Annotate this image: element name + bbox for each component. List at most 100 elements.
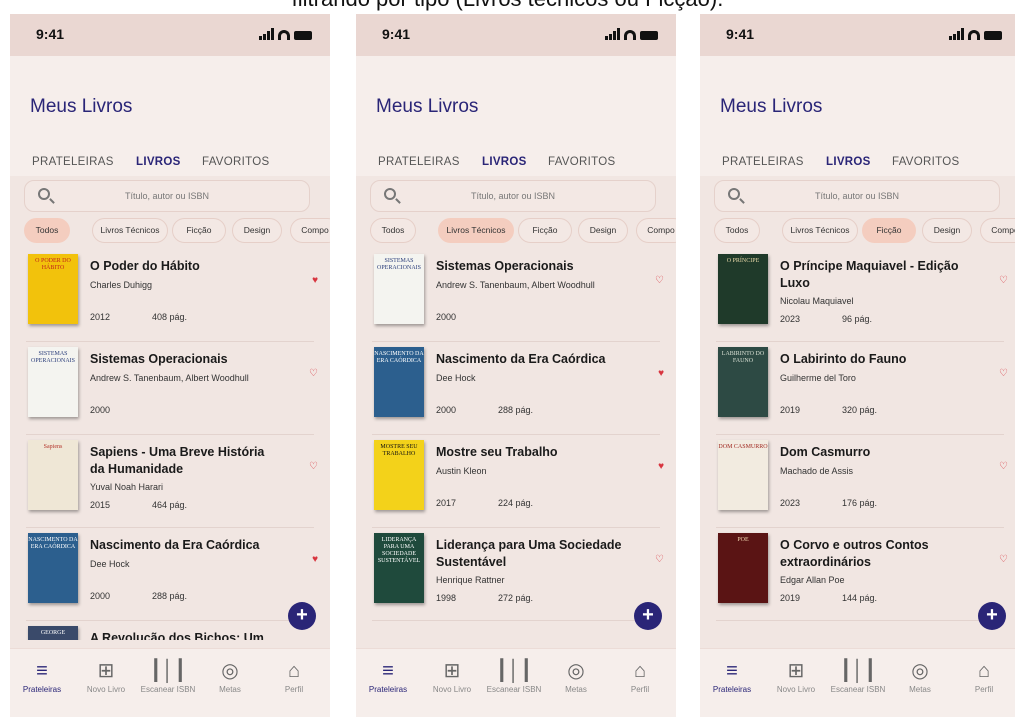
tab-livros[interactable]: LIVROS bbox=[482, 156, 527, 168]
book-row[interactable]: POE O Corvo e outros Contos extraordinári… bbox=[700, 529, 1015, 621]
book-row[interactable]: NASCIMENTO DA ERA CAÓRDICA Nascimento da … bbox=[10, 529, 330, 621]
book-row[interactable]: O PRÍNCIPE O Príncipe Maquiavel - Edição … bbox=[700, 250, 1015, 342]
divider bbox=[716, 434, 1004, 435]
heart-outline-icon[interactable]: ♡ bbox=[999, 369, 1008, 379]
filter-chip[interactable]: Livros Técnicos bbox=[782, 218, 858, 243]
book-author: Andrew S. Tanenbaum, Albert Woodhull bbox=[436, 280, 595, 290]
book-year: 2000 bbox=[90, 591, 111, 601]
nav-metas[interactable]: ◎ Metas bbox=[546, 659, 606, 695]
filter-chip[interactable]: Ficção bbox=[518, 218, 572, 243]
nav-label: Novo Livro bbox=[776, 685, 816, 694]
nav-novo-livro[interactable]: ⊞ Novo Livro bbox=[76, 659, 136, 695]
book-title: O Corvo e outros Contos extraordinários bbox=[780, 538, 929, 569]
filter-chip[interactable]: Ficção bbox=[862, 218, 916, 243]
barcode-icon: ┃│┃ bbox=[839, 660, 877, 682]
filter-chip[interactable]: Compo bbox=[980, 218, 1015, 243]
book-cover: Sapiens bbox=[28, 440, 78, 510]
heart-outline-icon[interactable]: ♡ bbox=[655, 276, 664, 286]
filter-chip[interactable]: Compo bbox=[636, 218, 676, 243]
book-cover: LABIRINTO DO FAUNO bbox=[718, 347, 768, 417]
book-row[interactable]: Sapiens Sapiens - Uma Breve História da H… bbox=[10, 436, 330, 528]
nav-perfil[interactable]: ⌂ Perfil bbox=[264, 659, 324, 695]
tab-prateleiras[interactable]: PRATELEIRAS bbox=[378, 156, 460, 168]
heart-filled-icon[interactable]: ♥ bbox=[312, 276, 318, 286]
book-row[interactable]: SISTEMAS OPERACIONAIS Sistemas Operaciona… bbox=[10, 343, 330, 435]
book-row[interactable]: LABIRINTO DO FAUNO O Labirinto do Fauno Gu… bbox=[700, 343, 1015, 435]
filter-chip[interactable]: Livros Técnicos bbox=[438, 218, 514, 243]
book-row[interactable]: DOM CASMURRO Dom Casmurro Machado de Assis… bbox=[700, 436, 1015, 528]
heart-outline-icon[interactable]: ♡ bbox=[309, 369, 318, 379]
book-author: Charles Duhigg bbox=[90, 280, 153, 290]
tab-favoritos[interactable]: FAVORITOS bbox=[202, 156, 269, 168]
tab-prateleiras[interactable]: PRATELEIRAS bbox=[32, 156, 114, 168]
tab-favoritos[interactable]: FAVORITOS bbox=[548, 156, 615, 168]
nav-perfil[interactable]: ⌂ Perfil bbox=[610, 659, 670, 695]
filter-chip[interactable]: Compo bbox=[290, 218, 330, 243]
book-row[interactable]: SISTEMAS OPERACIONAIS Sistemas Operaciona… bbox=[356, 250, 676, 342]
nav-metas[interactable]: ◎ Metas bbox=[890, 659, 950, 695]
filter-chip[interactable]: Ficção bbox=[172, 218, 226, 243]
book-pages: 176 pág. bbox=[842, 498, 878, 508]
phone-screen: 9:41 Meus Livros PRATELEIRAS LIVROS FAVORITO… bbox=[356, 14, 676, 717]
nav-metas[interactable]: ◎ Metas bbox=[200, 659, 260, 695]
search-input[interactable]: Título, autor ou ISBN bbox=[24, 180, 310, 212]
add-book-button[interactable]: + bbox=[634, 602, 662, 630]
nav-prateleiras[interactable]: ≡ Prateleiras bbox=[358, 659, 418, 695]
divider bbox=[716, 527, 1004, 528]
tab-livros[interactable]: LIVROS bbox=[136, 156, 181, 168]
add-book-button[interactable]: + bbox=[288, 602, 316, 630]
app-header: Meus Livros PRATELEIRAS LIVROS FAVORITOS bbox=[10, 56, 330, 176]
nav-prateleiras[interactable]: ≡ Prateleiras bbox=[702, 659, 762, 695]
nav-prateleiras[interactable]: ≡ Prateleiras bbox=[12, 659, 72, 695]
wifi-icon bbox=[968, 30, 980, 40]
book-cover: GEORGE bbox=[28, 626, 78, 640]
nav-escanear-isbn[interactable]: ┃│┃ Escanear ISBN bbox=[484, 659, 544, 695]
heart-outline-icon[interactable]: ♡ bbox=[999, 462, 1008, 472]
book-row[interactable]: MOSTRE SEU TRABALHO Mostre seu Trabalho Au… bbox=[356, 436, 676, 528]
book-row[interactable]: GEORGE A Revolução dos Bichos: Um bbox=[10, 622, 330, 640]
tab-prateleiras[interactable]: PRATELEIRAS bbox=[722, 156, 804, 168]
search-input[interactable]: Título, autor ou ISBN bbox=[370, 180, 656, 212]
nav-escanear-isbn[interactable]: ┃│┃ Escanear ISBN bbox=[138, 659, 198, 695]
heart-filled-icon[interactable]: ♥ bbox=[312, 555, 318, 565]
book-year: 2023 bbox=[780, 314, 801, 324]
book-row[interactable]: O PODER DO HÁBITO O Poder do Hábito Charle… bbox=[10, 250, 330, 342]
book-cover: POE bbox=[718, 533, 768, 603]
search-placeholder: Título, autor ou ISBN bbox=[124, 191, 210, 201]
book-list: SISTEMAS OPERACIONAIS Sistemas Operaciona… bbox=[356, 250, 676, 640]
filter-chip[interactable]: Design bbox=[578, 218, 628, 243]
search-input[interactable]: Título, autor ou ISBN bbox=[714, 180, 1000, 212]
add-book-button[interactable]: + bbox=[978, 602, 1006, 630]
book-row[interactable]: NASCIMENTO DA ERA CAÓRDICA Nascimento da … bbox=[356, 343, 676, 435]
tab-favoritos[interactable]: FAVORITOS bbox=[892, 156, 959, 168]
filter-chip[interactable]: Todos bbox=[370, 218, 416, 243]
filter-chip[interactable]: Todos bbox=[714, 218, 760, 243]
nav-escanear-isbn[interactable]: ┃│┃ Escanear ISBN bbox=[828, 659, 888, 695]
add-box-icon: ⊞ bbox=[443, 660, 461, 682]
divider bbox=[26, 527, 314, 528]
tab-livros[interactable]: LIVROS bbox=[826, 156, 871, 168]
filter-chip[interactable]: Design bbox=[922, 218, 972, 243]
book-year: 2012 bbox=[90, 312, 111, 322]
book-row[interactable]: LIDERANÇA PARA UMA SOCIEDADE SUSTENTÁVEL… bbox=[356, 529, 676, 621]
person-icon: ⌂ bbox=[977, 660, 991, 682]
person-icon: ⌂ bbox=[633, 660, 647, 682]
heart-outline-icon[interactable]: ♡ bbox=[655, 555, 664, 565]
book-pages: 224 pág. bbox=[498, 498, 534, 508]
nav-novo-livro[interactable]: ⊞ Novo Livro bbox=[422, 659, 482, 695]
filter-chip[interactable]: Todos bbox=[24, 218, 70, 243]
book-author: Edgar Allan Poe bbox=[780, 575, 845, 585]
nav-label: Metas bbox=[219, 685, 241, 694]
filter-chip[interactable]: Design bbox=[232, 218, 282, 243]
heart-outline-icon[interactable]: ♡ bbox=[999, 555, 1008, 565]
heart-filled-icon[interactable]: ♥ bbox=[658, 369, 664, 379]
heart-outline-icon[interactable]: ♡ bbox=[999, 276, 1008, 286]
heart-filled-icon[interactable]: ♥ bbox=[658, 462, 664, 472]
nav-perfil[interactable]: ⌂ Perfil bbox=[954, 659, 1014, 695]
heart-outline-icon[interactable]: ♡ bbox=[309, 462, 318, 472]
nav-novo-livro[interactable]: ⊞ Novo Livro bbox=[766, 659, 826, 695]
book-year: 2000 bbox=[90, 405, 111, 415]
book-author: Yuval Noah Harari bbox=[90, 482, 164, 492]
filter-chip[interactable]: Livros Técnicos bbox=[92, 218, 168, 243]
filter-chips: Todos Livros TécnicosFicçãoDesign Compo bbox=[12, 218, 330, 244]
